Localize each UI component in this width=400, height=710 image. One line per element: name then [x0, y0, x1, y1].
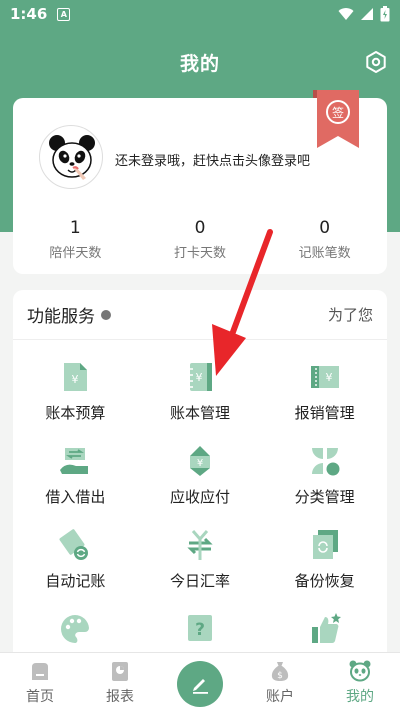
stat-record-count: 0 记账笔数 — [262, 218, 387, 261]
report-icon — [112, 662, 128, 681]
nav-add[interactable] — [160, 653, 240, 710]
notification-icon: A — [57, 7, 71, 21]
service-label: 账本预算 — [45, 404, 106, 422]
stat-label: 打卡天数 — [174, 246, 227, 261]
service-label: 报销管理 — [294, 404, 355, 422]
svg-text:¥: ¥ — [72, 373, 79, 386]
exchange-rate-icon — [187, 530, 213, 560]
svg-text:$: $ — [277, 671, 283, 681]
service-ledger[interactable]: ¥ 账本管理 — [138, 354, 263, 438]
lend-borrow-icon — [60, 448, 89, 474]
svg-text:¥: ¥ — [325, 371, 332, 384]
nav-label: 报表 — [106, 689, 134, 705]
checkin-ribbon-icon[interactable]: 签 — [313, 90, 359, 148]
service-lend-borrow[interactable]: 借入借出 — [13, 438, 138, 522]
service-backup[interactable]: 备份恢复 — [262, 522, 387, 606]
thumbs-up-icon — [311, 613, 341, 643]
reimburse-icon: ¥ — [310, 366, 339, 388]
checkin-badge-text: 签 — [332, 105, 344, 120]
services-grid: ¥ 账本预算 ¥ 账本管理 ¥ 报销管理 借入借出 ¥ 应收应付 分类管理 自动… — [13, 340, 387, 670]
page-header: 我的 — [0, 40, 400, 84]
category-icon — [311, 448, 340, 476]
service-receivable[interactable]: ¥ 应收应付 — [138, 438, 263, 522]
stats-row: 1 陪伴天数 0 打卡天数 0 记账笔数 — [13, 218, 387, 261]
page-title: 我的 — [179, 52, 220, 75]
service-label: 自动记账 — [45, 572, 106, 590]
service-label: 账本管理 — [169, 404, 230, 422]
service-auto-record[interactable]: 自动记账 — [13, 522, 138, 606]
service-label: 今日汇率 — [169, 572, 230, 590]
panda-avatar-icon — [49, 135, 95, 180]
status-dot-icon — [101, 309, 111, 320]
palette-icon — [61, 614, 90, 643]
service-reimburse[interactable]: ¥ 报销管理 — [262, 354, 387, 438]
service-label: 借入借出 — [45, 488, 106, 506]
services-card: 功能服务 为了您 ¥ 账本预算 ¥ 账本管理 ¥ 报销管理 借入借出 ¥ 应收应… — [13, 290, 387, 670]
avatar[interactable] — [39, 125, 103, 189]
receivable-icon: ¥ — [189, 446, 210, 476]
svg-text:?: ? — [195, 620, 205, 640]
add-record-button[interactable] — [177, 661, 223, 707]
budget-icon: ¥ — [64, 363, 88, 391]
service-label: 应收应付 — [169, 488, 230, 506]
service-label: 备份恢复 — [294, 572, 355, 590]
status-time: 1:46 — [10, 5, 48, 23]
signal-icon — [361, 8, 373, 20]
stat-checkin-days: 0 打卡天数 — [138, 218, 263, 261]
panda-icon — [349, 660, 371, 682]
services-header: 功能服务 为了您 — [13, 290, 387, 340]
battery-icon — [380, 6, 390, 22]
nav-reports[interactable]: 报表 — [80, 653, 160, 710]
stat-label: 记账笔数 — [298, 246, 351, 261]
svg-text:¥: ¥ — [195, 371, 202, 384]
status-bar: 1:46 A — [0, 0, 400, 28]
bottom-nav: 首页 报表 $ 账户 我的 — [0, 652, 400, 710]
home-icon — [32, 663, 48, 680]
backup-icon — [312, 530, 338, 559]
stat-value: 0 — [194, 218, 206, 238]
stat-value: 1 — [69, 218, 81, 238]
stat-value: 0 — [319, 218, 331, 238]
services-more-link[interactable]: 为了您 — [328, 304, 373, 325]
status-icons — [338, 6, 390, 22]
nav-accounts[interactable]: $ 账户 — [240, 653, 320, 710]
nav-mine[interactable]: 我的 — [320, 653, 400, 710]
stat-label: 陪伴天数 — [49, 246, 102, 261]
service-category[interactable]: 分类管理 — [262, 438, 387, 522]
money-bag-icon: $ — [271, 662, 289, 681]
service-label: 分类管理 — [294, 488, 355, 506]
wifi-icon — [338, 8, 354, 20]
ledger-icon: ¥ — [187, 363, 212, 391]
nav-label: 账户 — [266, 689, 294, 705]
service-exchange-rate[interactable]: 今日汇率 — [138, 522, 263, 606]
svg-text:¥: ¥ — [197, 458, 203, 469]
service-budget[interactable]: ¥ 账本预算 — [13, 354, 138, 438]
profile-card: 还未登录哦，赶快点击头像登录吧 签 1 陪伴天数 0 打卡天数 0 记账笔数 — [13, 90, 387, 274]
help-icon: ? — [187, 615, 212, 641]
auto-record-icon — [59, 529, 89, 560]
services-title: 功能服务 — [27, 307, 95, 327]
stat-companion-days: 1 陪伴天数 — [13, 218, 138, 261]
gear-icon[interactable] — [364, 50, 388, 74]
pencil-icon — [193, 679, 208, 694]
nav-label: 我的 — [346, 689, 374, 705]
nav-label: 首页 — [26, 689, 54, 705]
nav-home[interactable]: 首页 — [0, 653, 80, 710]
login-prompt[interactable]: 还未登录哦，赶快点击头像登录吧 — [115, 150, 310, 169]
